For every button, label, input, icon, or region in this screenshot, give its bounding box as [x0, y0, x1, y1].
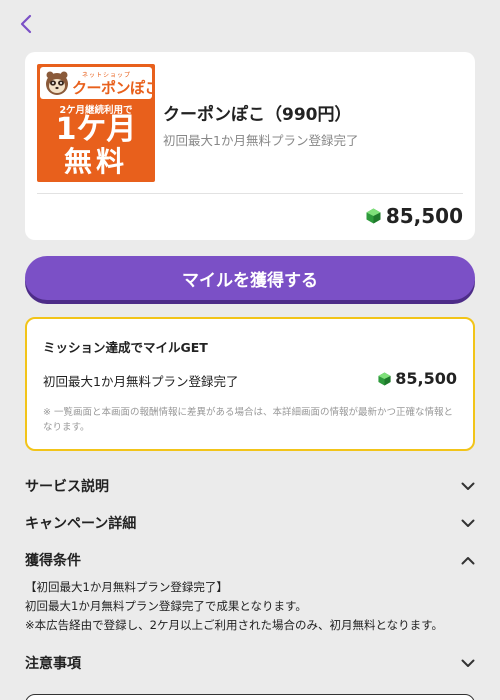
logo-brand: クーポンぽこ	[72, 79, 155, 97]
accordion-label: サービス説明	[25, 479, 109, 495]
mission-note: ※ 一覧画面と本画面の報酬情報に差異がある場合は、本詳細画面の情報が最新かつ正確…	[43, 407, 453, 433]
mission-row-label: 初回最大1か月無料プラン登録完了	[43, 374, 239, 389]
mission-title: ミッション達成でマイルGET	[43, 340, 208, 355]
offer-logo: ネットショップ クーポンぽこ 2ケ月継続利用で 1ケ月 無料	[37, 64, 155, 182]
offer-subtitle: 初回最大1か月無料プラン登録完了	[163, 133, 359, 148]
chevron-up-icon	[461, 556, 475, 564]
offer-title: クーポンぽこ（990円）	[163, 105, 352, 125]
accordion-campaign-details[interactable]: キャンペーン詳細	[25, 508, 475, 538]
divider	[37, 193, 463, 194]
logo-big-text-2: 無料	[63, 145, 128, 178]
accordion-label: キャンペーン詳細	[25, 516, 137, 532]
bottom-element[interactable]	[25, 694, 475, 700]
accordion-service-description[interactable]: サービス説明	[25, 471, 475, 501]
accordion-acquisition-conditions[interactable]: 獲得条件	[25, 545, 475, 575]
earn-miles-button[interactable]: マイルを獲得する	[25, 256, 475, 300]
accordion-label: 獲得条件	[25, 553, 81, 569]
accordion-notes[interactable]: 注意事項	[25, 648, 475, 678]
offer-card: ネットショップ クーポンぽこ 2ケ月継続利用で 1ケ月 無料 クーポンぽこ（99…	[25, 52, 475, 240]
offer-points: 85,500	[366, 204, 463, 228]
conditions-line: ※本広告経由で登録し、2ケ月以上ご利用された場合のみ、初月無料となります。	[25, 618, 443, 632]
mission-points-value: 85,500	[395, 369, 457, 388]
back-button[interactable]	[14, 10, 38, 38]
chevron-down-icon	[461, 519, 475, 527]
raccoon-mascot-icon	[46, 71, 68, 95]
offer-points-value: 85,500	[385, 204, 463, 228]
logo-big-text-1: 1ケ月	[55, 112, 137, 147]
mission-row-points: 85,500	[378, 369, 457, 388]
green-gem-icon	[378, 372, 391, 385]
conditions-content: 【初回最大1か月無料プラン登録完了】 初回最大1か月無料プラン登録完了で成果とな…	[25, 578, 475, 635]
conditions-line: 【初回最大1か月無料プラン登録完了】	[25, 580, 228, 594]
mission-box: ミッション達成でマイルGET 初回最大1か月無料プラン登録完了 85,500 ※…	[25, 317, 475, 451]
conditions-line: 初回最大1か月無料プラン登録完了で成果となります。	[25, 599, 307, 613]
accordion-label: 注意事項	[25, 656, 81, 672]
chevron-down-icon	[461, 659, 475, 667]
green-gem-icon	[366, 208, 381, 224]
chevron-left-icon	[20, 14, 32, 34]
chevron-down-icon	[461, 482, 475, 490]
